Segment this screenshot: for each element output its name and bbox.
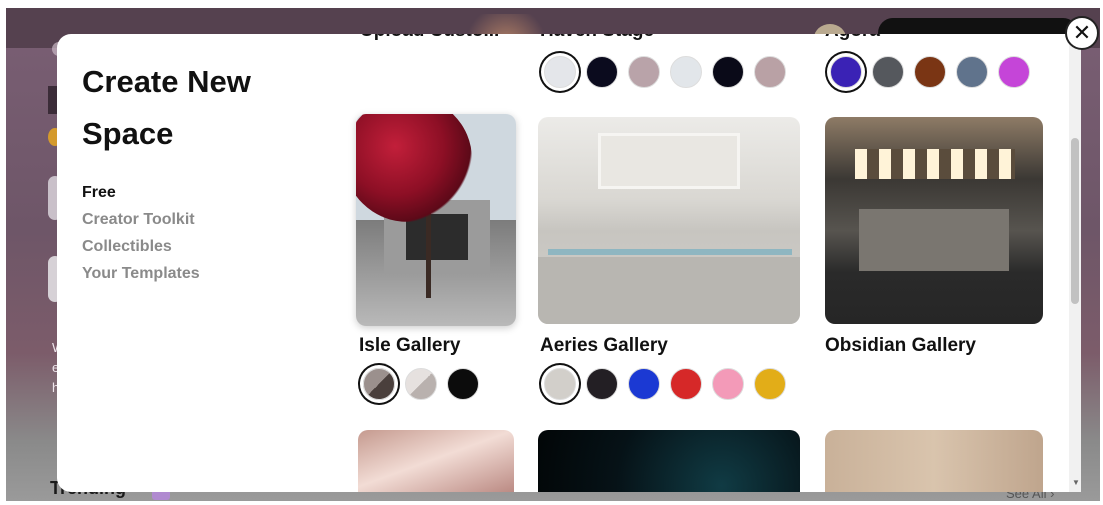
modal-title: Create New Space	[82, 64, 251, 151]
template-label-obsidian-gallery[interactable]: Obsidian Gallery	[825, 335, 976, 357]
isle-gallery-thumbnail[interactable]	[356, 114, 516, 326]
color-swatch[interactable]	[628, 56, 660, 88]
thumbnail-floor	[538, 257, 800, 324]
thumbnail-rail	[548, 249, 792, 255]
color-swatch[interactable]	[712, 56, 744, 88]
thumbnail-ceiling	[598, 133, 740, 189]
obsidian-gallery-thumbnail[interactable]	[825, 117, 1043, 324]
color-swatch[interactable]	[830, 56, 862, 88]
color-swatch[interactable]	[544, 368, 576, 400]
color-swatch[interactable]	[670, 368, 702, 400]
category-list: Free Creator Toolkit Collectibles Your T…	[82, 179, 200, 287]
color-swatch[interactable]	[754, 56, 786, 88]
color-swatch[interactable]	[586, 368, 618, 400]
tree-trunk	[426, 206, 431, 298]
thumbnail-wall	[859, 209, 1009, 271]
isle-gallery-swatches	[363, 368, 479, 400]
color-swatch[interactable]	[670, 56, 702, 88]
modal-sidebar: Create New Space Free Creator Toolkit Co…	[57, 34, 347, 492]
color-swatch[interactable]	[586, 56, 618, 88]
color-swatch[interactable]	[754, 368, 786, 400]
category-your-templates[interactable]: Your Templates	[82, 260, 200, 287]
color-swatch[interactable]	[628, 368, 660, 400]
category-collectibles[interactable]: Collectibles	[82, 233, 200, 260]
scroll-down-icon[interactable]: ▼	[1072, 478, 1080, 487]
template-label-isle-gallery[interactable]: Isle Gallery	[359, 335, 460, 357]
color-swatch[interactable]	[914, 56, 946, 88]
template-thumbnail[interactable]	[358, 430, 514, 492]
category-free[interactable]: Free	[82, 179, 200, 206]
category-creator-toolkit[interactable]: Creator Toolkit	[82, 206, 200, 233]
aeries-gallery-swatches	[544, 368, 786, 400]
template-thumbnail[interactable]	[825, 430, 1043, 492]
close-button[interactable]: ✕	[1065, 16, 1099, 50]
template-thumbnail[interactable]	[538, 430, 800, 492]
color-swatch[interactable]	[447, 368, 479, 400]
template-label-upload-custom[interactable]: Upload Custo...	[360, 34, 499, 42]
color-swatch[interactable]	[363, 368, 395, 400]
template-label-haven-stage[interactable]: Haven Stage	[540, 34, 654, 42]
color-swatch[interactable]	[405, 368, 437, 400]
create-space-modal: Create New Space Free Creator Toolkit Co…	[57, 34, 1081, 492]
haven-stage-swatches	[544, 56, 786, 88]
template-grid: Upload Custo... Haven Stage Agora	[347, 34, 1067, 492]
color-swatch[interactable]	[712, 368, 744, 400]
aeries-gallery-thumbnail[interactable]	[538, 117, 800, 324]
color-swatch[interactable]	[956, 56, 988, 88]
template-label-agora[interactable]: Agora	[825, 34, 880, 42]
color-swatch[interactable]	[544, 56, 576, 88]
modal-scrollbar[interactable]: ▼	[1069, 34, 1081, 492]
agora-swatches	[830, 56, 1030, 88]
color-swatch[interactable]	[872, 56, 904, 88]
template-label-aeries-gallery[interactable]: Aeries Gallery	[540, 335, 668, 357]
scrollbar-thumb[interactable]	[1071, 138, 1079, 304]
color-swatch[interactable]	[998, 56, 1030, 88]
thumbnail-lights	[855, 149, 1015, 179]
